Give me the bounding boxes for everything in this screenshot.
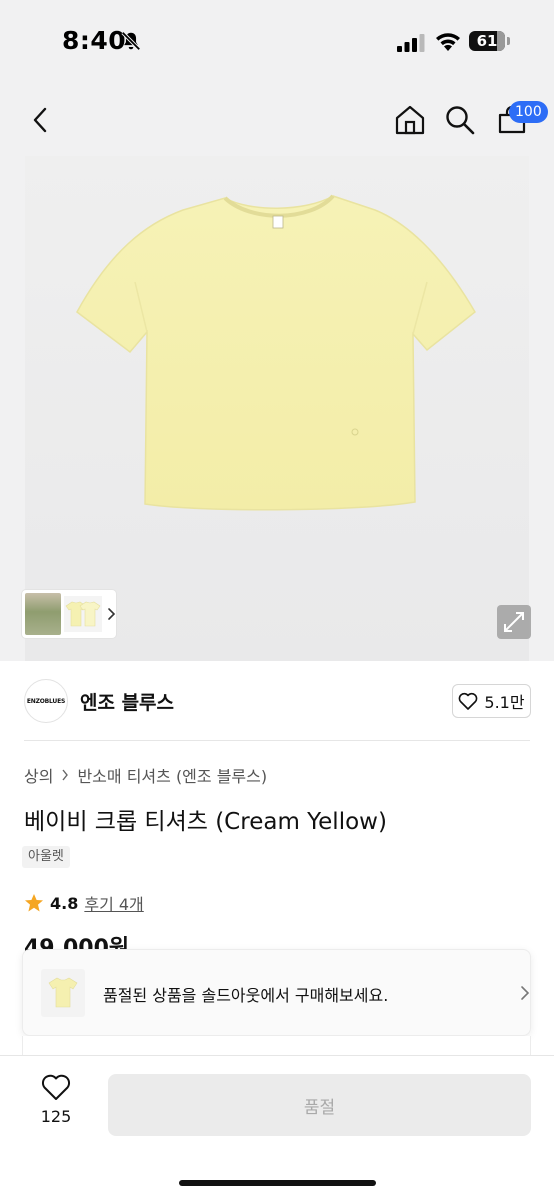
breadcrumb-category[interactable]: 상의 xyxy=(24,763,53,787)
card-underlay xyxy=(22,1036,531,1056)
soldout-banner-text: 품절된 상품을 솔드아웃에서 구매해보세요. xyxy=(103,986,389,1005)
brand-like-count: 5.1만 xyxy=(484,693,525,712)
thumbnail-model-photo xyxy=(25,593,61,635)
wishlist-count: 125 xyxy=(40,1107,72,1126)
bell-off-icon xyxy=(121,31,141,51)
battery-icon: 61 xyxy=(469,31,511,51)
heart-icon xyxy=(459,692,478,710)
home-icon xyxy=(395,105,425,135)
soldout-banner[interactable]: 품절된 상품을 솔드아웃에서 구매해보세요. xyxy=(22,949,531,1036)
breadcrumb-chevron-icon xyxy=(62,769,69,781)
expand-image-button[interactable] xyxy=(497,605,531,639)
brand-row: ENZOBLUES 엔조 블루스 5.1만 xyxy=(0,662,554,740)
nav-bar xyxy=(0,95,554,145)
review-count-link[interactable]: 후기 4개 xyxy=(84,891,143,915)
outlet-tag: 아울렛 xyxy=(22,846,70,868)
wishlist-button[interactable]: 125 xyxy=(28,1074,84,1134)
breadcrumb: 상의 반소매 티셔츠 (엔조 블루스) xyxy=(24,764,267,786)
home-button[interactable] xyxy=(390,100,430,140)
divider xyxy=(24,740,530,741)
thumbnail-chevron-icon xyxy=(108,608,116,620)
brand-logo[interactable]: ENZOBLUES xyxy=(24,679,68,723)
star-icon xyxy=(25,894,43,912)
back-button[interactable] xyxy=(20,100,60,140)
top-area: 8:40 61 100 xyxy=(0,0,554,661)
search-button[interactable] xyxy=(440,100,480,140)
back-chevron-icon xyxy=(33,107,47,133)
soldout-thumbnail xyxy=(41,969,85,1017)
expand-icon xyxy=(504,612,524,632)
product-title: 베이비 크롭 티셔츠 (Cream Yellow) xyxy=(24,809,387,835)
t-shirt-image xyxy=(76,194,476,511)
status-time: 8:40 xyxy=(62,26,127,55)
heart-icon xyxy=(41,1074,71,1100)
thumbnail-shirt-photos xyxy=(64,596,102,632)
search-icon xyxy=(446,106,475,135)
brand-name[interactable]: 엔조 블루스 xyxy=(80,688,174,715)
breadcrumb-subcategory[interactable]: 반소매 티셔츠 (엔조 블루스) xyxy=(77,763,267,787)
thumbnail-strip[interactable] xyxy=(22,590,116,638)
soldout-purchase-button[interactable]: 품절 xyxy=(108,1074,531,1136)
home-indicator xyxy=(179,1180,376,1186)
wifi-icon xyxy=(436,33,460,51)
rating-row: 4.8 후기 4개 xyxy=(24,891,144,915)
signal-icon xyxy=(397,34,425,52)
rating-score: 4.8 xyxy=(50,893,79,913)
cart-badge: 100 xyxy=(509,101,548,123)
status-bar: 8:40 61 xyxy=(0,0,554,82)
soldout-chevron-icon xyxy=(521,986,530,1000)
product-image[interactable] xyxy=(25,156,529,661)
battery-level: 61 xyxy=(476,32,498,50)
brand-like-button[interactable]: 5.1만 xyxy=(452,684,531,718)
bottom-bar: 125 품절 xyxy=(0,1055,554,1200)
